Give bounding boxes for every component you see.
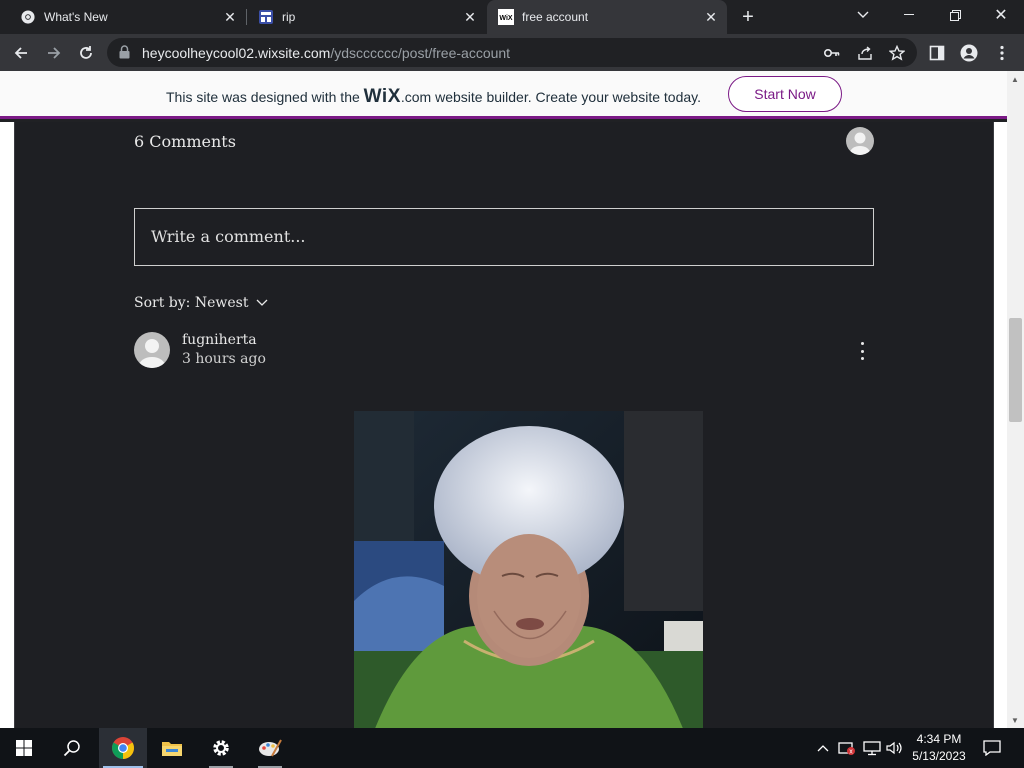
show-hidden-icons-chevron-icon[interactable] bbox=[814, 728, 832, 768]
paint-icon[interactable] bbox=[246, 728, 294, 768]
windows-taskbar: x 4:34 PM 5/13/2023 bbox=[0, 728, 1024, 768]
comments-section: 6 Comments Write a comment... Sort by: N… bbox=[35, 122, 975, 728]
forward-button[interactable] bbox=[41, 40, 67, 66]
close-window-button[interactable]: ✕ bbox=[978, 0, 1024, 30]
back-button[interactable] bbox=[8, 40, 34, 66]
clock-date: 5/13/2023 bbox=[912, 749, 966, 763]
page-content: 6 Comments Write a comment... Sort by: N… bbox=[0, 122, 1007, 728]
new-tab-button[interactable]: + bbox=[737, 7, 759, 27]
scrollbar-thumb[interactable] bbox=[1009, 318, 1022, 422]
tab-title: rip bbox=[282, 10, 296, 24]
page-icon bbox=[258, 9, 274, 25]
menu-icon[interactable] bbox=[989, 40, 1015, 66]
chevron-down-icon bbox=[256, 295, 268, 311]
security-alert-icon[interactable]: x bbox=[836, 728, 858, 768]
current-user-avatar[interactable] bbox=[846, 127, 874, 155]
url-text: heycoolheycool02.wixsite.com/ydscccccc/p… bbox=[142, 45, 511, 61]
tab-rip[interactable]: rip ✕ bbox=[238, 0, 486, 34]
comments-count-title: 6 Comments bbox=[134, 132, 236, 151]
search-icon[interactable] bbox=[48, 728, 96, 768]
comment-username[interactable]: fugniherta bbox=[182, 332, 257, 348]
sort-label: Sort by: Newest bbox=[134, 295, 249, 311]
svg-text:x: x bbox=[849, 749, 853, 756]
clock-time: 4:34 PM bbox=[916, 732, 962, 746]
start-now-button[interactable]: Start Now bbox=[728, 76, 842, 112]
tab-search-icon[interactable] bbox=[840, 0, 886, 30]
close-tab-icon[interactable]: ✕ bbox=[462, 9, 478, 25]
share-icon[interactable] bbox=[856, 44, 874, 62]
sort-dropdown[interactable]: Sort by: Newest bbox=[134, 295, 268, 311]
tab-title: What's New bbox=[44, 10, 108, 24]
tab-strip: What's New ✕ rip ✕ WiX free account ✕ + … bbox=[0, 0, 1024, 34]
file-explorer-icon[interactable] bbox=[148, 728, 196, 768]
wix-banner-message: This site was designed with the WiX.com … bbox=[166, 86, 701, 107]
key-icon[interactable] bbox=[823, 44, 841, 62]
reload-button[interactable] bbox=[73, 40, 99, 66]
comment-more-icon[interactable] bbox=[853, 340, 871, 362]
comment-timestamp: 3 hours ago bbox=[182, 351, 266, 367]
bookmark-star-icon[interactable] bbox=[888, 44, 906, 62]
address-bar[interactable]: heycoolheycool02.wixsite.com/ydscccccc/p… bbox=[107, 38, 917, 67]
restore-button[interactable] bbox=[932, 0, 978, 30]
write-comment-placeholder: Write a comment... bbox=[151, 227, 306, 246]
tab-title: free account bbox=[522, 10, 589, 24]
tab-whats-new[interactable]: What's New ✕ bbox=[0, 0, 246, 34]
avatar[interactable] bbox=[134, 332, 170, 368]
comment-gif-image bbox=[354, 411, 703, 728]
write-comment-input[interactable]: Write a comment... bbox=[134, 208, 874, 266]
lock-icon[interactable] bbox=[119, 45, 130, 64]
close-tab-icon[interactable]: ✕ bbox=[222, 9, 238, 25]
notifications-icon[interactable] bbox=[980, 728, 1004, 768]
side-panel-icon[interactable] bbox=[924, 40, 950, 66]
profile-icon[interactable] bbox=[956, 40, 982, 66]
wix-icon: WiX bbox=[498, 9, 514, 25]
scroll-up-icon[interactable]: ▲ bbox=[1011, 75, 1019, 84]
minimize-button[interactable] bbox=[886, 0, 932, 30]
browser-toolbar: heycoolheycool02.wixsite.com/ydscccccc/p… bbox=[0, 34, 1024, 71]
settings-icon[interactable] bbox=[197, 728, 245, 768]
windows-start-icon[interactable] bbox=[0, 728, 48, 768]
network-icon[interactable] bbox=[861, 728, 883, 768]
scroll-down-icon[interactable]: ▼ bbox=[1011, 716, 1019, 725]
chrome-icon[interactable] bbox=[99, 728, 147, 768]
taskbar-clock[interactable]: 4:34 PM 5/13/2023 bbox=[900, 731, 978, 765]
page-scrollbar[interactable]: ▲ ▼ bbox=[1007, 71, 1024, 728]
wix-banner: This site was designed with the WiX.com … bbox=[0, 71, 1007, 119]
close-tab-icon[interactable]: ✕ bbox=[703, 9, 719, 25]
svg-text:WiX: WiX bbox=[499, 15, 512, 22]
tab-free-account[interactable]: WiX free account ✕ bbox=[487, 0, 727, 34]
post-container: 6 Comments Write a comment... Sort by: N… bbox=[14, 122, 994, 728]
wix-logo: WiX bbox=[363, 86, 401, 107]
chrome-icon bbox=[20, 9, 36, 25]
